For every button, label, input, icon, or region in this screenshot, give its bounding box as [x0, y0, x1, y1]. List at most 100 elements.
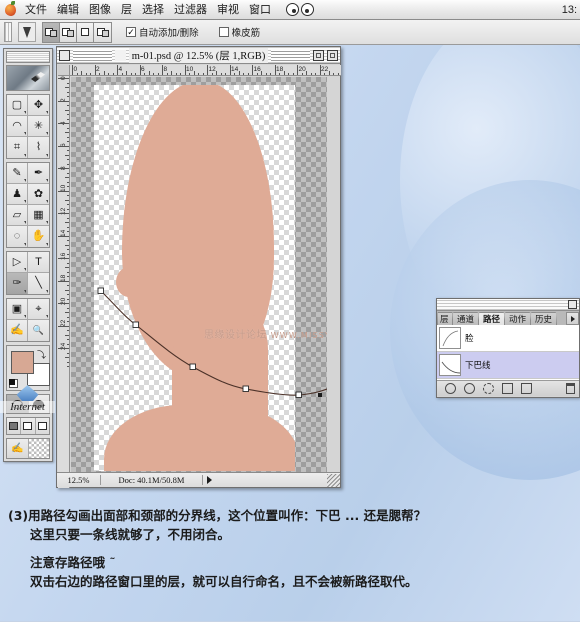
rubber-stamp-tool[interactable]: ♟: [7, 184, 29, 205]
ruler-minor-tick: [66, 136, 69, 138]
quick-mask-preview-icon[interactable]: [28, 439, 49, 458]
circle-eye-left-icon[interactable]: [286, 3, 299, 16]
ruler-minor-tick: [243, 72, 244, 75]
rubber-band-checkbox-box[interactable]: [218, 27, 229, 37]
fill-path-icon[interactable]: [445, 383, 456, 394]
marquee-tool[interactable]: ▢: [7, 95, 29, 116]
ruler-minor-tick: [220, 72, 222, 75]
caption-line-3: 注意存路径哦 ˜: [30, 554, 116, 570]
line-tool[interactable]: ╲: [28, 273, 49, 294]
page-bottom-edge: [0, 621, 580, 625]
circle-eye-right-icon[interactable]: [301, 3, 314, 16]
ruler-corner[interactable]: [58, 65, 70, 76]
table-row[interactable]: 下巴线: [437, 352, 579, 379]
dodge-tool[interactable]: ✋: [28, 226, 49, 247]
ruler-minor-tick: [65, 334, 69, 336]
full-screen-with-menubar[interactable]: [21, 418, 36, 434]
eraser-tool[interactable]: ▱: [7, 205, 29, 226]
path-anchor-points[interactable]: [97, 287, 302, 398]
hand-tool[interactable]: ✍: [7, 320, 29, 341]
menu-item-edit[interactable]: 编辑: [52, 0, 84, 20]
ruler-tick: [207, 65, 208, 75]
menu-item-select[interactable]: 选择: [137, 0, 169, 20]
options-bar-grip[interactable]: [4, 22, 12, 42]
palette-menu-arrow-icon[interactable]: [566, 312, 579, 325]
tab-paths[interactable]: 路径: [478, 312, 506, 325]
zoom-tool[interactable]: 🔍: [28, 320, 49, 341]
table-row[interactable]: 脸: [437, 325, 579, 352]
airbrush-tool[interactable]: ✎: [7, 163, 29, 184]
ruler-tick: [58, 145, 69, 147]
full-screen-mode[interactable]: [35, 418, 49, 434]
delete-path-icon[interactable]: [566, 383, 575, 394]
auto-add-delete-checkbox-box[interactable]: ✓: [126, 27, 136, 37]
menu-item-view[interactable]: 审视: [212, 0, 244, 20]
tab-history[interactable]: 历史: [530, 312, 558, 325]
screen-mode-group: [6, 417, 50, 435]
menu-item-layer[interactable]: 层: [116, 0, 137, 20]
ruler-minor-tick: [324, 72, 325, 75]
intersect-path-areas-icon[interactable]: [77, 22, 94, 42]
ruler-minor-tick: [66, 91, 69, 93]
apple-logo-icon: [4, 0, 16, 16]
close-box-icon[interactable]: [568, 300, 577, 309]
path-thumbnail: [439, 354, 461, 376]
subtract-from-path-area-icon[interactable]: [60, 22, 77, 42]
type-tool[interactable]: T: [28, 252, 49, 273]
stroke-path-icon[interactable]: [464, 383, 475, 394]
desktop-internet-icon[interactable]: Internet: [0, 385, 55, 413]
ruler-minor-tick: [66, 181, 69, 183]
canvas-area[interactable]: 思缘设计论坛 WWW.MISSYUAN.COM: [71, 77, 327, 487]
paintbrush-tool[interactable]: ✒: [28, 163, 49, 184]
move-tool[interactable]: ✥: [28, 95, 49, 116]
palette-tab-strip: 层 通道 路径 动作 历史: [437, 311, 579, 325]
tool-palette-titlebar[interactable]: [6, 51, 50, 63]
auto-add-delete-checkbox[interactable]: ✓ 自动添加/删除: [126, 25, 199, 39]
status-popup-arrow-icon[interactable]: [203, 476, 216, 484]
menu-item-window[interactable]: 窗口: [244, 0, 276, 20]
exclude-overlapping-path-areas-icon[interactable]: [94, 22, 111, 42]
apple-menu[interactable]: [0, 0, 20, 16]
new-path-icon[interactable]: [521, 383, 532, 394]
path-selection-tool[interactable]: ▷: [7, 252, 29, 273]
tab-channels[interactable]: 通道: [452, 312, 480, 325]
menubar-status-icons: [286, 3, 314, 16]
magic-wand-tool[interactable]: ✳: [28, 116, 49, 137]
swap-colors-icon[interactable]: ⤵: [37, 348, 46, 361]
make-work-path-icon[interactable]: [502, 383, 513, 394]
ruler-minor-tick: [328, 71, 330, 75]
tool-group-selection: ▢ ✥ ◠ ✳ ⌗ ⌇: [6, 94, 50, 159]
resize-grip-icon[interactable]: [327, 473, 340, 487]
tab-layers[interactable]: 层: [437, 312, 453, 325]
titlebar-stripes-right: [271, 49, 310, 61]
jump-to-imageready-icon[interactable]: ✍: [7, 439, 29, 458]
crop-tool[interactable]: ⌗: [7, 137, 29, 158]
pen-tool-icon[interactable]: [18, 22, 36, 42]
paintbucket-tool[interactable]: ▣: [7, 299, 29, 320]
blur-tool[interactable]: ◌: [7, 226, 29, 247]
eyedropper-tool[interactable]: ⌇: [28, 137, 49, 158]
palette-titlebar[interactable]: [437, 299, 579, 311]
close-box-icon[interactable]: [59, 49, 70, 61]
eyedropper-measure-tool[interactable]: ⌖: [28, 299, 49, 320]
pen-tool[interactable]: ✑: [7, 273, 29, 294]
lasso-tool[interactable]: ◠: [7, 116, 29, 137]
zoom-box-icon[interactable]: [313, 49, 324, 61]
ruler-minor-tick: [65, 289, 69, 291]
menu-item-image[interactable]: 图像: [84, 0, 116, 20]
load-path-as-selection-icon[interactable]: [483, 383, 494, 394]
menu-item-file[interactable]: 文件: [20, 0, 52, 20]
history-brush-tool[interactable]: ✿: [28, 184, 49, 205]
standard-screen-mode[interactable]: [7, 418, 22, 434]
status-zoom-level[interactable]: 12.5%: [57, 475, 101, 485]
foreground-color-swatch[interactable]: [11, 351, 34, 374]
gradient-tool[interactable]: ▦: [28, 205, 49, 226]
tool-group-nav: ▣ ⌖ ✍ 🔍: [6, 298, 50, 342]
document-titlebar[interactable]: m-01.psd @ 12.5% (层 1,RGB): [57, 47, 340, 64]
collapse-box-icon[interactable]: [327, 49, 338, 61]
rubber-band-checkbox[interactable]: 橡皮筋: [218, 25, 260, 39]
menu-item-filter[interactable]: 过滤器: [169, 0, 212, 20]
tab-actions[interactable]: 动作: [504, 312, 532, 325]
ruler-minor-tick: [175, 72, 177, 75]
add-to-path-area-icon[interactable]: [43, 22, 60, 42]
